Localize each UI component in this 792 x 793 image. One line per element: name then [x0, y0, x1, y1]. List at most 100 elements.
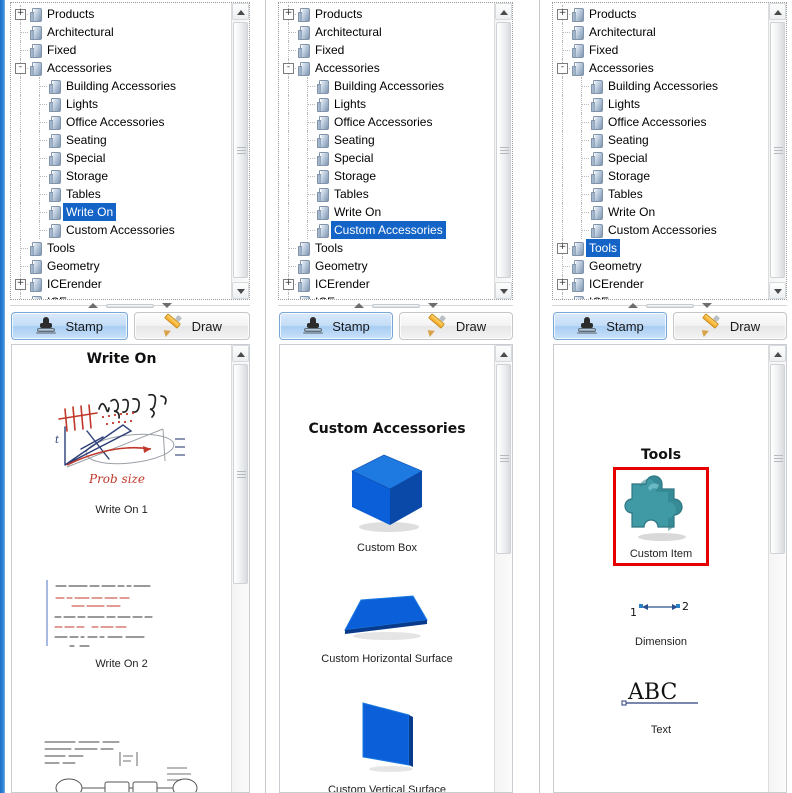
tree-item-custom-accessories[interactable]: Custom Accessories — [281, 221, 494, 239]
splitter-down-arrow-icon[interactable] — [162, 303, 172, 308]
tree-item-special[interactable]: Special — [281, 149, 494, 167]
tree-item-products[interactable]: + Products — [13, 5, 231, 23]
tree-item-seating[interactable]: Seating — [13, 131, 231, 149]
content-area-2[interactable]: Custom Accessories Custom Box Custom Hor… — [279, 344, 513, 793]
tree-item-products[interactable]: + Products — [555, 5, 768, 23]
tree-item-fixed[interactable]: Fixed — [281, 41, 494, 59]
tree-item-icevr[interactable]: ICEvr — [555, 293, 768, 299]
tree-item-seating[interactable]: Seating — [555, 131, 768, 149]
category-tree-2[interactable]: + Products Architectural Fixed - Accessories B… — [278, 2, 513, 300]
panel-splitter-3[interactable] — [552, 301, 787, 311]
tree-item-write-on[interactable]: Write On — [281, 203, 494, 221]
tree-item-write-on[interactable]: Write On — [13, 203, 231, 221]
tree-item-seating[interactable]: Seating — [281, 131, 494, 149]
tree-scrollbar-2[interactable] — [494, 3, 512, 299]
splitter-handle[interactable] — [350, 301, 442, 311]
expand-icon[interactable]: + — [15, 279, 26, 290]
scrollbar-thumb[interactable] — [233, 22, 248, 278]
scroll-down-arrow-icon[interactable] — [495, 282, 512, 299]
tree-item-write-on[interactable]: Write On — [555, 203, 768, 221]
catalog-item-custom-horizontal-surface[interactable]: Custom Horizontal Surface — [280, 578, 494, 665]
panel-separator-1[interactable] — [265, 0, 266, 793]
content-scrollbar-3[interactable] — [768, 345, 786, 792]
scrollbar-thumb[interactable] — [770, 22, 785, 278]
tree-item-office-accessories[interactable]: Office Accessories — [13, 113, 231, 131]
tree-item-icerender[interactable]: + ICErender — [281, 275, 494, 293]
catalog-item-custom-box[interactable]: Custom Box — [280, 443, 494, 554]
splitter-handle[interactable] — [624, 301, 716, 311]
tree-item-lights[interactable]: Lights — [281, 95, 494, 113]
collapse-icon[interactable]: - — [557, 63, 568, 74]
splitter-up-arrow-icon[interactable] — [627, 303, 638, 308]
category-tree-1[interactable]: + Products Architectural Fixed - Accessories B… — [10, 2, 250, 300]
splitter-bar[interactable] — [106, 304, 154, 308]
splitter-handle[interactable] — [84, 301, 176, 311]
tree-item-accessories[interactable]: - Accessories — [13, 59, 231, 77]
tree-item-storage[interactable]: Storage — [281, 167, 494, 185]
tree-item-architectural[interactable]: Architectural — [281, 23, 494, 41]
draw-button-1[interactable]: Draw — [133, 312, 250, 340]
scrollbar-thumb[interactable] — [496, 22, 511, 278]
tree-item-fixed[interactable]: Fixed — [555, 41, 768, 59]
scrollbar-thumb[interactable] — [233, 364, 248, 584]
catalog-item-write-on-1[interactable]: Prob size t Write On 1 — [12, 373, 231, 516]
tree-item-storage[interactable]: Storage — [555, 167, 768, 185]
tree-item-geometry[interactable]: Geometry — [281, 257, 494, 275]
expand-icon[interactable]: + — [557, 279, 568, 290]
expand-icon[interactable]: + — [557, 243, 568, 254]
tree-item-tables[interactable]: Tables — [555, 185, 768, 203]
tree-item-office-accessories[interactable]: Office Accessories — [555, 113, 768, 131]
splitter-up-arrow-icon[interactable] — [88, 303, 98, 308]
splitter-down-arrow-icon[interactable] — [701, 303, 712, 308]
tree-item-special[interactable]: Special — [555, 149, 768, 167]
tree-item-custom-accessories[interactable]: Custom Accessories — [13, 221, 231, 239]
expand-icon[interactable]: + — [15, 9, 26, 20]
tree-item-lights[interactable]: Lights — [13, 95, 231, 113]
tree-item-accessories[interactable]: - Accessories — [281, 59, 494, 77]
panel-splitter-1[interactable] — [10, 301, 250, 311]
tree-item-tables[interactable]: Tables — [281, 185, 494, 203]
tree-item-lights[interactable]: Lights — [555, 95, 768, 113]
splitter-bar[interactable] — [645, 304, 694, 308]
panel-splitter-2[interactable] — [278, 301, 513, 311]
tree-item-tools[interactable]: + Tools — [555, 239, 768, 257]
tree-item-storage[interactable]: Storage — [13, 167, 231, 185]
panel-separator-2[interactable] — [539, 0, 540, 793]
expand-icon[interactable]: + — [557, 9, 568, 20]
tree-item-products[interactable]: + Products — [281, 5, 494, 23]
tree-item-icerender[interactable]: + ICErender — [13, 275, 231, 293]
splitter-bar[interactable] — [371, 304, 420, 308]
scroll-down-arrow-icon[interactable] — [769, 282, 786, 299]
tree-item-tools[interactable]: Tools — [281, 239, 494, 257]
scroll-up-arrow-icon[interactable] — [232, 345, 249, 362]
tree-item-building-accessories[interactable]: Building Accessories — [281, 77, 494, 95]
tree-item-building-accessories[interactable]: Building Accessories — [13, 77, 231, 95]
tree-item-geometry[interactable]: Geometry — [13, 257, 231, 275]
expand-icon[interactable]: + — [283, 279, 294, 290]
splitter-down-arrow-icon[interactable] — [427, 303, 438, 308]
catalog-item-text[interactable]: ABC Text — [554, 678, 768, 736]
tree-item-tables[interactable]: Tables — [13, 185, 231, 203]
content-area-3[interactable]: Tools Custom Item 1 2 Dimension ABC Text — [553, 344, 787, 793]
catalog-item-write-on-2[interactable]: Write On 2 — [12, 562, 231, 670]
scroll-down-arrow-icon[interactable] — [232, 282, 249, 299]
tree-item-building-accessories[interactable]: Building Accessories — [555, 77, 768, 95]
catalog-item-dimension[interactable]: 1 2 Dimension — [554, 598, 768, 648]
scroll-up-arrow-icon[interactable] — [769, 345, 786, 362]
tree-item-fixed[interactable]: Fixed — [13, 41, 231, 59]
tree-scrollbar-3[interactable] — [768, 3, 786, 299]
catalog-item-custom-item[interactable]: Custom Item — [613, 467, 709, 566]
stamp-button-1[interactable]: Stamp — [11, 312, 128, 340]
tree-scrollbar-1[interactable] — [231, 3, 249, 299]
tree-item-icerender[interactable]: + ICErender — [555, 275, 768, 293]
content-scrollbar-1[interactable] — [231, 345, 249, 792]
collapse-icon[interactable]: - — [15, 63, 26, 74]
tree-item-accessories[interactable]: - Accessories — [555, 59, 768, 77]
scroll-up-arrow-icon[interactable] — [769, 3, 786, 20]
scroll-up-arrow-icon[interactable] — [495, 345, 512, 362]
content-area-1[interactable]: Write On Prob size t Write On 1 Write On… — [11, 344, 250, 793]
expand-icon[interactable]: + — [283, 9, 294, 20]
stamp-button-3[interactable]: Stamp — [553, 312, 667, 340]
stamp-button-2[interactable]: Stamp — [279, 312, 393, 340]
tree-item-architectural[interactable]: Architectural — [13, 23, 231, 41]
